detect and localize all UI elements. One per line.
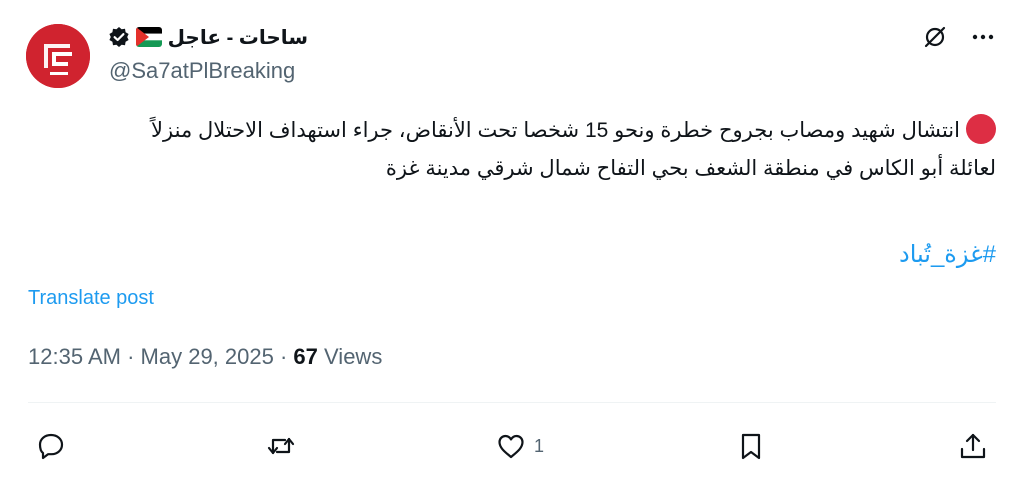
post-actions-bar: 1 [36,426,988,466]
meta-separator: · [127,344,135,369]
share-icon [958,431,988,461]
reply-icon [36,431,66,461]
post-text: انتشال شهيد ومصاب بجروح خطرة ونحو 15 شخص… [36,112,996,188]
meta-separator: · [279,344,288,369]
bookmark-icon [736,431,766,461]
like-icon [496,431,526,461]
post-text-line-2: لعائلة أبو الكاس في منطقة الشعف بحي التف… [385,157,996,180]
bookmark-button[interactable] [736,431,766,461]
hashtag-link[interactable]: #غزة_تُباد [899,240,996,269]
views-label: Views [324,344,383,369]
avatar-logo [26,24,90,88]
more-icon[interactable] [970,24,996,50]
divider [28,402,996,403]
translate-post-link[interactable]: Translate post [28,287,154,310]
post-text-line-1: انتشال شهيد ومصاب بجروح خطرة ونحو 15 شخص… [36,112,996,150]
display-name[interactable]: ساحات - عاجل [168,25,308,50]
account-handle[interactable]: @Sa7atPlBreaking [109,58,295,84]
like-count: 1 [533,435,544,456]
repost-button[interactable] [266,431,304,461]
post-meta: 12:35 AM · May 29, 2025 · 67 Views [28,344,382,370]
verified-badge-icon [108,26,130,48]
share-button[interactable] [958,431,988,461]
account-name-row[interactable]: ساحات - عاجل [108,22,308,52]
avatar[interactable] [26,24,90,88]
red-circle-emoji-icon [966,114,996,144]
post-text-line-1-content: انتشال شهيد ومصاب بجروح خطرة ونحو 15 شخص… [151,119,960,142]
post-date[interactable]: May 29, 2025 [141,344,274,369]
reply-button[interactable] [36,431,74,461]
repost-icon [266,431,296,461]
grok-icon[interactable] [922,24,948,50]
palestine-flag-icon [136,27,162,47]
like-button[interactable]: 1 [496,431,544,461]
post-top-actions [922,24,996,50]
post-time[interactable]: 12:35 AM [28,344,121,369]
views-count: 67 [293,344,318,369]
